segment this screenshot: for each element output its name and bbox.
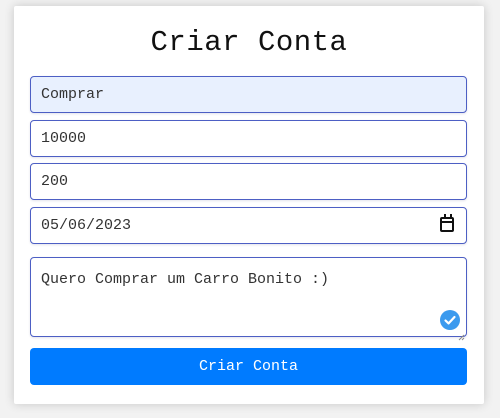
description-textarea[interactable]: Quero Comprar um Carro Bonito :) [30, 257, 467, 341]
date-field-value: 05/06/2023 [41, 217, 132, 234]
amount-field[interactable]: 10000 [30, 120, 467, 157]
page-title: Criar Conta [150, 26, 348, 59]
date-field[interactable]: 05/06/2023 [30, 207, 467, 244]
installment-field[interactable]: 200 [30, 163, 467, 200]
check-circle-icon [440, 310, 460, 330]
create-account-card: Criar Conta Comprar 10000 200 05/06/2023… [14, 6, 484, 404]
installment-field-value: 200 [41, 173, 69, 190]
amount-field-value: 10000 [41, 130, 87, 147]
name-field[interactable]: Comprar [30, 76, 467, 113]
description-value: Quero Comprar um Carro Bonito :) [41, 271, 330, 288]
resize-handle-icon[interactable] [458, 328, 465, 341]
name-field-value: Comprar [41, 86, 105, 103]
calendar-icon[interactable] [440, 214, 454, 232]
create-account-button[interactable]: Criar Conta [30, 348, 467, 385]
